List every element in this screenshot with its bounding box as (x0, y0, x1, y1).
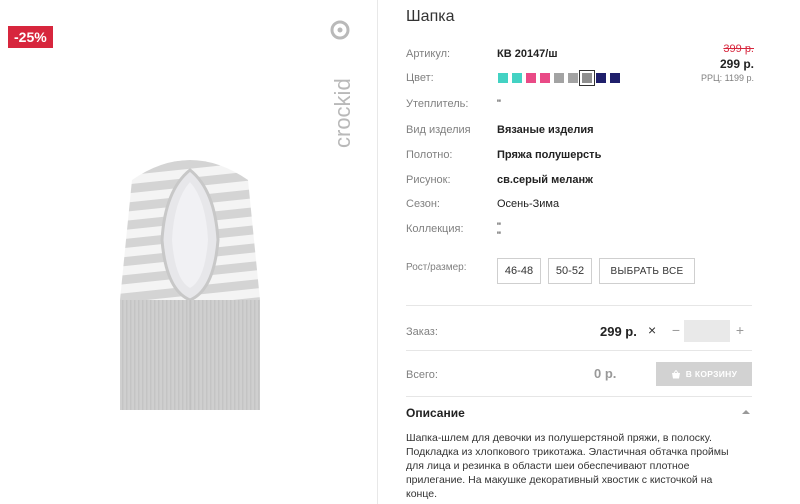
color-swatch[interactable] (512, 73, 522, 83)
order-label: Заказ: (406, 326, 438, 338)
attr-type-label: Вид изделия (406, 124, 471, 136)
select-all-sizes-button[interactable]: ВЫБРАТЬ ВСЕ (599, 258, 695, 284)
quantity-increment-button[interactable]: + (734, 322, 746, 338)
attr-type-value: Вязаные изделия (497, 124, 594, 136)
attr-pattern-value: св.серый меланж (497, 174, 593, 186)
attr-insulation-value: " (497, 98, 501, 110)
current-price: 299 р. (719, 57, 754, 71)
discount-badge: -25% (8, 26, 53, 48)
knit-hat-photo[interactable] (110, 150, 270, 412)
attr-season-value: Осень-Зима (497, 198, 560, 210)
attr-article-label: Артикул: (406, 48, 451, 60)
color-swatch[interactable] (568, 73, 578, 83)
description-text: Шапка-шлем для девочки из полушерстяной … (406, 432, 729, 500)
divider (406, 396, 752, 397)
divider (406, 305, 752, 306)
size-option-46-48[interactable]: 46-48 (497, 258, 541, 284)
add-to-cart-label: В КОРЗИНУ (685, 369, 738, 379)
attr-collection-value-line2: " (497, 230, 501, 242)
color-swatches (498, 70, 620, 86)
order-price: 299 р. (600, 324, 637, 339)
attr-article-value: КВ 20147/ш (497, 48, 558, 60)
attr-season-label: Сезон: (406, 198, 440, 210)
color-swatch[interactable] (610, 73, 620, 83)
attr-pattern-label: Рисунок: (406, 174, 451, 186)
color-swatch[interactable] (498, 73, 508, 83)
description-heading[interactable]: Описание (406, 406, 465, 420)
attr-fabric-value: Пряжа полушерсть (497, 149, 602, 161)
color-swatch[interactable] (579, 70, 595, 86)
quantity-decrement-button[interactable]: − (670, 322, 682, 338)
quantity-input[interactable] (684, 320, 730, 342)
basket-icon (671, 369, 680, 378)
brand-logo-text: crockid (330, 78, 355, 148)
product-title: Шапка (406, 8, 455, 25)
size-label: Рост/размер: (406, 262, 467, 273)
add-to-cart-button[interactable]: В КОРЗИНУ (656, 362, 752, 386)
old-price: 399 р. (723, 43, 754, 55)
product-info: Шапка 399 р. 299 р. РРЦ: 1199 р. Артикул… (406, 0, 800, 504)
color-swatch[interactable] (554, 73, 564, 83)
attr-fabric-label: Полотно: (406, 149, 453, 161)
remove-icon[interactable]: × (648, 322, 656, 338)
color-swatch[interactable] (526, 73, 536, 83)
chevron-up-icon[interactable] (740, 406, 752, 418)
attr-color-label: Цвет: (406, 72, 434, 84)
attr-collection-label: Коллекция: (406, 223, 464, 235)
product-gallery: -25% crockid (0, 0, 378, 504)
color-swatch[interactable] (596, 73, 606, 83)
brand-logo: crockid (330, 20, 355, 148)
total-value: 0 р. (594, 366, 617, 381)
color-swatch[interactable] (540, 73, 550, 83)
rrp-price: РРЦ: 1199 р. (700, 73, 754, 83)
divider (406, 350, 752, 351)
total-label: Всего: (406, 369, 438, 381)
size-option-50-52[interactable]: 50-52 (548, 258, 592, 284)
attr-collection-value: " " (497, 222, 501, 242)
attr-insulation-label: Утеплитель: (406, 98, 469, 110)
